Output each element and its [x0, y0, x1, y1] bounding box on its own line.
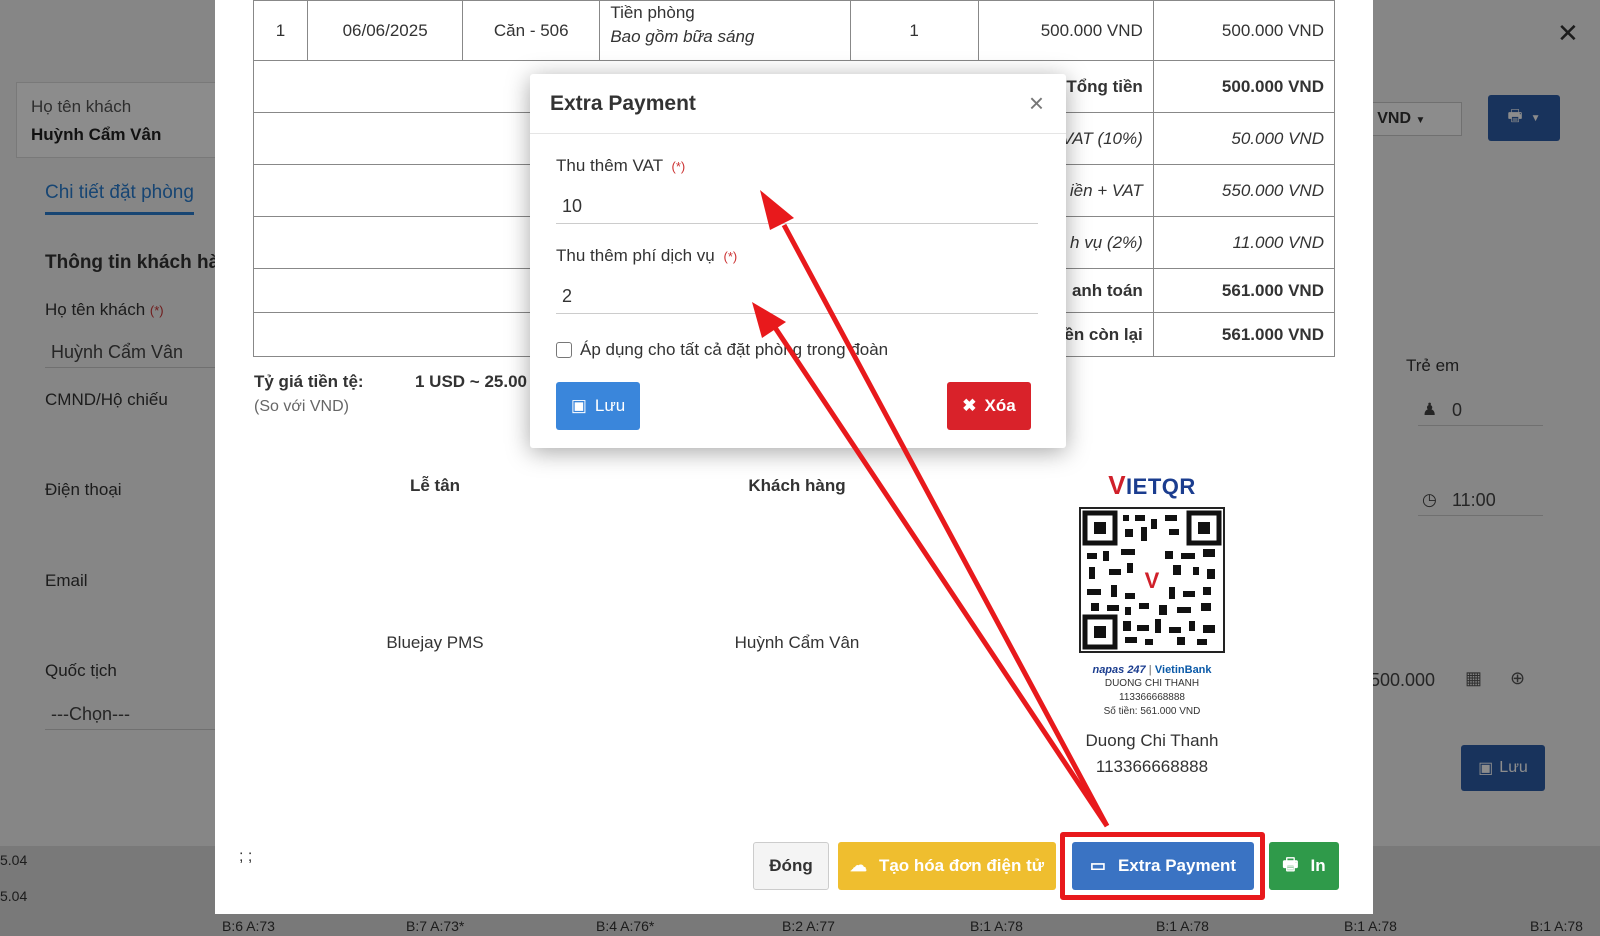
qr-small-info: napas 247 | VietinBank DUONG CHI THANH 1…: [1065, 663, 1239, 719]
close-icon[interactable]: ×: [1029, 88, 1044, 119]
vat-label-text: Thu thêm VAT: [556, 156, 663, 175]
printer-icon: 🖶: [1282, 854, 1299, 874]
vietqr-logo-v: V: [1108, 470, 1127, 500]
table-row: 1 06/06/2025 Căn - 506 Tiền phòng Bao gồ…: [252, 0, 1336, 61]
cell-room: Căn - 506: [462, 0, 601, 61]
vietinbank-logo: VietinBank: [1154, 664, 1212, 676]
floppy-icon: ▣: [570, 396, 587, 415]
summary-value: 50.000 VND: [1152, 112, 1336, 165]
cell-date: 06/06/2025: [307, 0, 464, 61]
cell-total: 500.000 VND: [1152, 0, 1336, 61]
receptionist-name: Bluejay PMS: [386, 633, 484, 652]
customer-name: Huỳnh Cẩm Vân: [734, 633, 860, 652]
qr-code-icon: V: [1079, 507, 1225, 653]
cloud-upload-icon: ☁: [849, 856, 867, 875]
vietqr-logo: VIETQR: [1065, 470, 1239, 501]
footer-note: ; ;: [239, 848, 253, 865]
service-fee-label-text: Thu thêm phí dịch vụ: [556, 246, 715, 265]
vat-input[interactable]: [556, 190, 1038, 224]
create-einvoice-button[interactable]: ☁ Tạo hóa đơn điện tử: [838, 842, 1056, 890]
save-button[interactable]: ▣ Lưu: [556, 382, 640, 430]
vat-label: Thu thêm VAT (*): [556, 156, 685, 176]
qr-small-name: DUONG CHI THANH: [1104, 678, 1200, 689]
delete-button[interactable]: ✖ Xóa: [947, 382, 1031, 430]
summary-value: 561.000 VND: [1152, 268, 1336, 313]
delete-label: Xóa: [984, 396, 1016, 415]
qr-account-number: 113366668888: [1095, 757, 1209, 776]
apply-all-row: Áp dụng cho tất cả đặt phòng trong đoàn: [556, 340, 888, 360]
x-icon: ✖: [962, 396, 977, 415]
modal-header: Extra Payment ×: [530, 74, 1066, 134]
svg-text:V: V: [1145, 568, 1160, 593]
qr-small-amount: Số tiền: 561.000 VND: [1103, 706, 1201, 717]
modal-title: Extra Payment: [550, 92, 696, 115]
service-name: Tiền phòng: [610, 2, 695, 22]
exchange-rate-sub: (So với VND): [254, 398, 349, 415]
summary-value: 550.000 VND: [1152, 164, 1336, 217]
cell-index: 1: [252, 0, 309, 61]
summary-value: 561.000 VND: [1152, 312, 1336, 357]
service-fee-label: Thu thêm phí dịch vụ (*): [556, 246, 737, 266]
qr-account-name: Duong Chi Thanh: [1085, 731, 1219, 750]
close-button[interactable]: Đóng: [753, 842, 829, 890]
required-mark: (*): [723, 249, 738, 264]
vietqr-logo-rest: IETQR: [1126, 474, 1196, 499]
service-note: Bao gồm bữa sáng: [610, 26, 755, 46]
service-fee-input[interactable]: [556, 280, 1038, 314]
print-label: In: [1310, 856, 1326, 875]
vietqr-block: VIETQR V napas 247 | VietinBank DUONG CH…: [1065, 470, 1239, 777]
extra-payment-modal: Extra Payment × Thu thêm VAT (*) Thu thê…: [530, 74, 1066, 448]
apply-all-checkbox[interactable]: [556, 342, 572, 358]
cell-price: 500.000 VND: [977, 0, 1154, 61]
summary-value: 500.000 VND: [1152, 60, 1336, 113]
qr-brands: napas 247 | VietinBank: [1092, 664, 1212, 676]
cell-service: Tiền phòng Bao gồm bữa sáng: [599, 0, 851, 61]
required-mark: (*): [671, 159, 686, 174]
print-button[interactable]: 🖶 In: [1269, 842, 1339, 890]
highlight-box: [1060, 832, 1265, 900]
create-einvoice-label: Tạo hóa đơn điện tử: [878, 856, 1045, 875]
save-label: Lưu: [594, 396, 626, 415]
receptionist-title: Lễ tân: [409, 476, 461, 495]
exchange-rate-value: 1 USD ~ 25.00: [415, 372, 527, 391]
customer-title: Khách hàng: [748, 476, 846, 495]
qr-small-number: 113366668888: [1119, 692, 1185, 703]
cell-qty: 1: [849, 0, 979, 61]
apply-all-label: Áp dụng cho tất cả đặt phòng trong đoàn: [580, 340, 889, 359]
exchange-rate-label: Tỷ giá tiền tệ:: [254, 372, 364, 391]
summary-value: 11.000 VND: [1152, 216, 1336, 269]
napas-logo: napas 247: [1092, 664, 1146, 676]
